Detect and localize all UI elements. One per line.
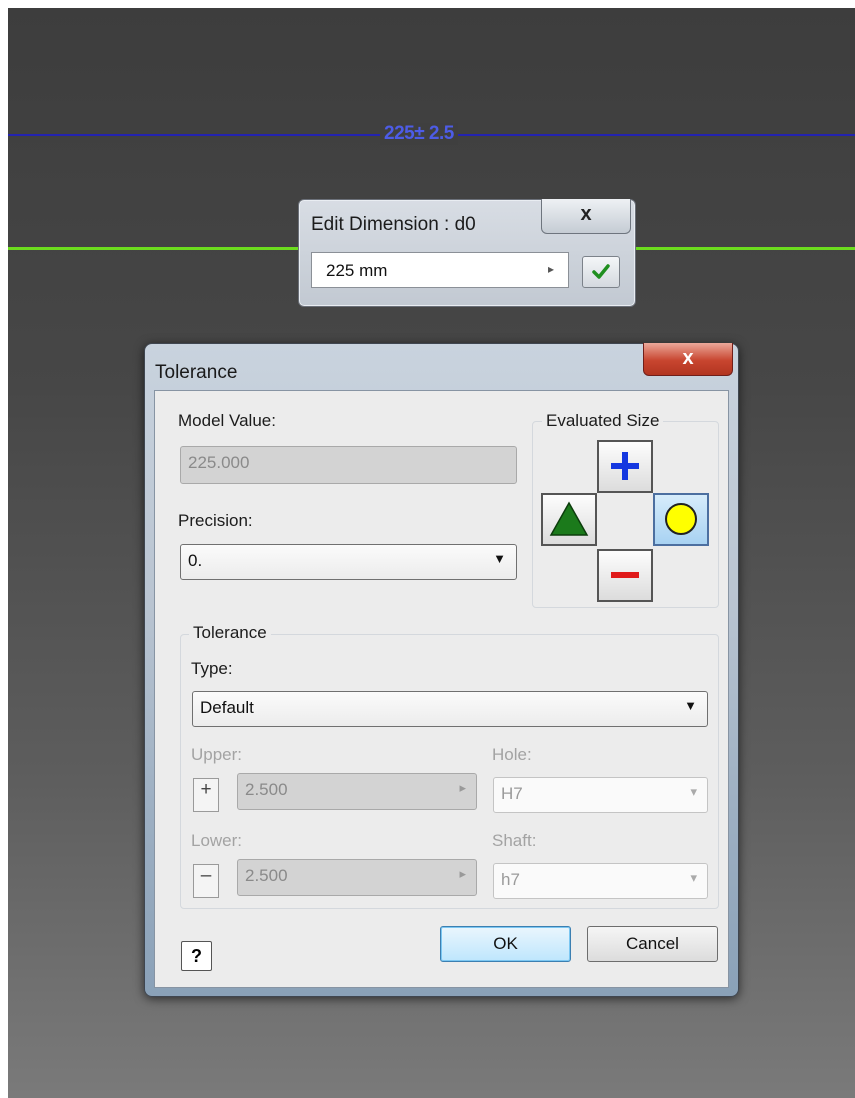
lower-label: Lower: xyxy=(191,831,243,850)
dimension-value-input[interactable]: 225 mm ▸ xyxy=(311,252,569,288)
check-icon xyxy=(592,264,610,279)
precision-value: 0. xyxy=(188,551,203,570)
help-icon: ? xyxy=(191,946,202,966)
flyout-arrow-icon: ▸ xyxy=(459,866,466,881)
plus-icon xyxy=(611,452,639,480)
model-value-label: Model Value: xyxy=(178,411,276,430)
lower-value-text: 2.500 xyxy=(245,866,288,885)
flyout-arrow-icon: ▸ xyxy=(459,780,466,795)
edit-dimension-close-button[interactable]: x xyxy=(541,199,631,234)
chevron-down-icon: ▼ xyxy=(684,698,697,713)
dimension-label[interactable]: 225± 2.5 xyxy=(380,123,458,145)
tolerance-type-value: Default xyxy=(200,698,254,717)
accept-dimension-button[interactable] xyxy=(582,256,620,288)
graphics-canvas[interactable]: 225± 2.5 Edit Dimension : d0 x 225 mm ▸ … xyxy=(8,8,855,1098)
upper-sign-text: + xyxy=(200,779,212,800)
tolerance-dialog: Tolerance x Model Value: 225.000 Precisi… xyxy=(144,343,739,997)
ok-button[interactable]: OK xyxy=(440,926,571,962)
hole-value: H7 xyxy=(501,784,523,803)
tolerance-group-legend: Tolerance xyxy=(189,623,271,643)
cancel-button[interactable]: Cancel xyxy=(587,926,718,962)
nominal-size-button[interactable] xyxy=(541,493,597,546)
tolerance-dialog-title: Tolerance xyxy=(155,362,238,383)
lower-value-field: 2.500 ▸ xyxy=(237,859,477,896)
shaft-dropdown: h7 ▾ xyxy=(493,863,708,899)
chevron-down-icon: ▾ xyxy=(690,870,697,885)
flyout-arrow-icon[interactable]: ▸ xyxy=(548,262,554,276)
lower-sign-text: – xyxy=(200,865,212,886)
upper-value-field: 2.500 ▸ xyxy=(237,773,477,810)
tolerance-type-dropdown[interactable]: Default ▼ xyxy=(192,691,708,727)
precision-label: Precision: xyxy=(178,511,253,530)
lower-size-button[interactable] xyxy=(597,549,653,602)
chevron-down-icon: ▾ xyxy=(690,784,697,799)
circle-icon xyxy=(665,503,697,535)
tolerance-dialog-close-button[interactable]: x xyxy=(643,343,733,376)
type-label: Type: xyxy=(191,659,233,678)
dimension-value-text: 225 mm xyxy=(326,261,388,280)
edit-dimension-title: Edit Dimension : d0 xyxy=(311,214,476,235)
precision-dropdown[interactable]: 0. ▼ xyxy=(180,544,517,580)
chevron-down-icon: ▼ xyxy=(493,551,506,566)
shaft-value: h7 xyxy=(501,870,520,889)
tolerance-dialog-body: Model Value: 225.000 Precision: 0. ▼ Eva… xyxy=(154,390,729,988)
help-button[interactable]: ? xyxy=(181,941,212,971)
triangle-icon xyxy=(549,501,589,536)
lower-sign-button[interactable]: – xyxy=(193,864,219,898)
evaluated-size-title: Evaluated Size xyxy=(542,411,664,431)
upper-value-text: 2.500 xyxy=(245,780,288,799)
median-size-button[interactable] xyxy=(653,493,709,546)
hole-label: Hole: xyxy=(492,745,532,764)
upper-size-button[interactable] xyxy=(597,440,653,493)
edit-dimension-dialog: Edit Dimension : d0 x 225 mm ▸ xyxy=(298,199,636,307)
model-value-text: 225.000 xyxy=(188,453,250,472)
upper-label: Upper: xyxy=(191,745,243,764)
hole-dropdown: H7 ▾ xyxy=(493,777,708,813)
shaft-label: Shaft: xyxy=(492,831,537,850)
model-value-field: 225.000 xyxy=(180,446,517,484)
minus-icon xyxy=(611,572,639,578)
upper-sign-button[interactable]: + xyxy=(193,778,219,812)
